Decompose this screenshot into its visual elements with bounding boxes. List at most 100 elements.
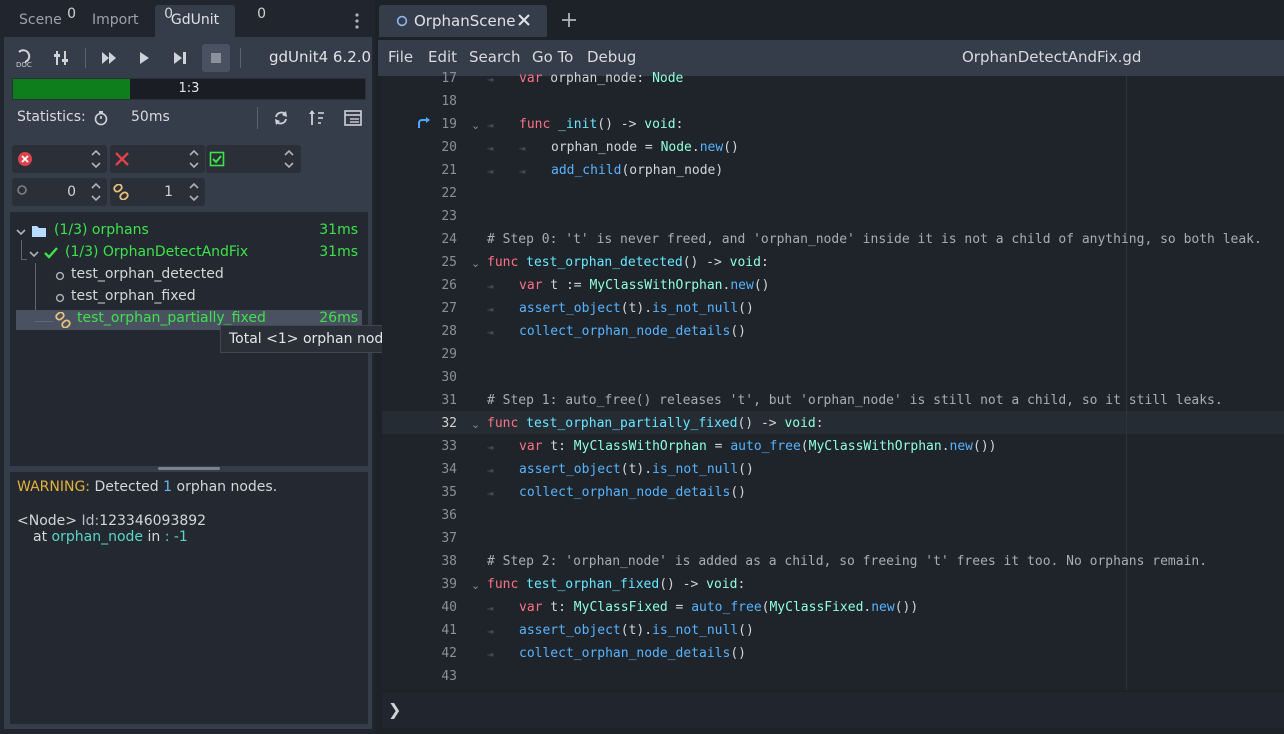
sort-icon[interactable] [308,109,326,127]
indent-marker: ⇥ [519,142,526,155]
warning-prefix: WARNING: [17,479,91,495]
doc-button[interactable]: DOC [11,44,39,72]
chevron-right-icon[interactable]: ❯ [388,700,401,719]
orphan-spinner[interactable] [187,180,201,204]
menu-goto[interactable]: Go To [532,48,573,66]
editor-status-bar [382,692,1284,728]
line-number: 29 [441,347,457,362]
code-line-38-comment: # Step 2: 'orphan_node' is added as a ch… [487,554,1208,569]
code-line-19: func _init() -> void: [519,117,684,132]
line-number: 24 [441,232,457,247]
code-line-25: func test_orphan_detected() -> void: [487,255,769,270]
line-number: 26 [441,278,457,293]
code-line-24-comment: # Step 0: 't' is never freed, and 'orpha… [487,232,1262,247]
line-number-current: 32 [441,416,457,431]
tree-view-icon[interactable] [344,109,362,127]
tree-guide [21,240,22,260]
line-number: 34 [441,462,457,477]
stopwatch-icon [93,110,109,126]
indent-marker: ⇥ [487,326,494,339]
close-icon[interactable] [517,13,531,27]
splitter-handle[interactable] [158,467,220,470]
orphan-node-link[interactable]: orphan_node [52,529,143,545]
line-number: 37 [441,531,457,546]
line-number: 42 [441,646,457,661]
indent-marker: ⇥ [487,280,494,293]
error-spinner[interactable] [89,147,103,171]
indent-marker: ⇥ [519,165,526,178]
tree-item-test-partially-fixed[interactable]: test_orphan_partially_fixed [77,310,266,326]
pending-icon [55,271,65,281]
menu-file[interactable]: File [388,48,413,66]
stop-button[interactable] [202,44,230,72]
tree-item-test-detected[interactable]: test_orphan_detected [71,266,224,282]
tree-item-time: 31ms [319,222,358,238]
tree-item-suite[interactable]: (1/3) OrphanDetectAndFix [65,244,248,260]
fold-arrow-icon[interactable]: ⌄ [471,579,480,592]
toolbar-separator [85,48,86,68]
line-number: 36 [441,508,457,523]
indent-marker: ⇥ [487,303,494,316]
toolbar-separator [240,48,241,68]
chevron-down-icon[interactable] [16,227,26,237]
code-line-17: var orphan_node: Node [519,71,684,86]
line-number: 27 [441,301,457,316]
line-number: 18 [441,94,457,109]
code-line-21: add_child(orphan_node) [551,163,724,178]
dock-menu-icon[interactable] [352,12,362,30]
debug-run-icon[interactable] [166,44,194,72]
menu-edit[interactable]: Edit [428,48,457,66]
orphan-count: 1 [164,184,173,200]
tree-item-orphans[interactable]: (1/3) orphans [54,222,149,238]
line-number: 25 [441,255,457,270]
run-all-icon[interactable] [95,44,123,72]
location-link[interactable]: : -1 [165,529,188,545]
line-number: 22 [441,186,457,201]
statistics-time: 50ms [131,109,170,125]
skipped-spinner[interactable] [89,180,103,204]
fold-arrow-icon[interactable]: ⌄ [471,119,480,132]
node-id-label: Id: [77,513,100,529]
line-number: 28 [441,324,457,339]
line-number: 31 [441,393,457,408]
output-console [10,472,368,724]
node-id: 123346093892 [99,513,207,529]
passed-icon [209,151,225,167]
code-line-40: var t: MyClassFixed = auto_free(MyClassF… [519,600,919,615]
fold-arrow-icon[interactable]: ⌄ [471,418,480,431]
scene-tab-label: OrphanScene [414,12,516,30]
fold-arrow-icon[interactable]: ⌄ [471,257,480,270]
code-line-28: collect_orphan_node_details() [519,324,746,339]
statistics-label: Statistics: [17,109,86,125]
line-number: 40 [441,600,457,615]
passed-spinner[interactable] [282,147,296,171]
tree-guide [21,259,27,260]
failure-spinner[interactable] [187,147,201,171]
indent-marker: ⇥ [487,648,494,661]
tree-item-test-fixed[interactable]: test_orphan_fixed [71,288,196,304]
settings-icon[interactable] [47,44,75,72]
orphan-location-line: at orphan_node in : -1 [33,529,188,545]
code-editor[interactable] [382,76,1284,690]
line-number: 35 [441,485,457,500]
pending-icon [55,293,65,303]
script-file-name: OrphanDetectAndFix.gd [962,48,1142,66]
run-icon[interactable] [130,44,158,72]
line-length-guide [1126,76,1127,690]
code-line-26: var t := MyClassWithOrphan.new() [519,278,770,293]
tab-import[interactable]: Import [92,5,138,37]
scene-ring-icon [396,15,408,27]
warning-message: WARNING: Detected 1 orphan nodes. [17,479,277,495]
refresh-icon[interactable] [272,109,290,127]
error-count: 0 [67,6,76,22]
chevron-down-icon[interactable] [29,249,39,259]
add-tab-icon[interactable] [561,12,577,28]
code-line-27: assert_object(t).is_not_null() [519,301,754,316]
line-number: 30 [441,370,457,385]
code-line-41: assert_object(t).is_not_null() [519,623,754,638]
check-icon [43,246,59,260]
warning-text: orphan nodes. [172,479,278,495]
indent-marker: ⇥ [487,441,494,454]
menu-search[interactable]: Search [469,48,521,66]
menu-debug[interactable]: Debug [587,48,636,66]
